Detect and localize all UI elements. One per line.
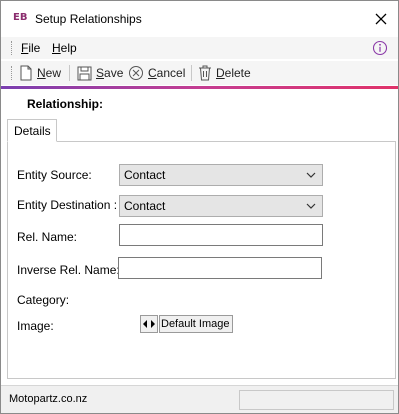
category-label: Category: [17, 293, 70, 307]
cancel-label: ancel [156, 66, 186, 80]
delete-icon [199, 65, 211, 81]
menu-file-label: ile [28, 41, 41, 55]
image-prev-button[interactable] [141, 316, 149, 332]
tab-details[interactable]: Details [7, 119, 57, 142]
section-heading: Relationship: [1, 89, 398, 119]
new-accel: N [37, 66, 46, 80]
rel-name-input[interactable] [119, 224, 323, 246]
menu-file[interactable]: File [21, 41, 40, 55]
new-document-icon [20, 65, 32, 81]
caret-left-icon [143, 320, 147, 328]
status-text: Motopartz.co.nz [9, 393, 88, 405]
chevron-down-icon [306, 203, 316, 209]
title-bar: EB Setup Relationships [1, 1, 398, 37]
info-button[interactable] [372, 40, 388, 59]
app-logo: EB [13, 12, 28, 23]
save-label: ave [104, 66, 124, 80]
status-panel [239, 390, 394, 410]
entity-source-dropdown[interactable]: Contact [119, 164, 323, 186]
entity-destination-dropdown[interactable]: Contact [119, 195, 323, 217]
entity-destination-label: Entity Destination : [17, 198, 118, 212]
save-accel: S [96, 66, 105, 80]
menu-help-label: elp [60, 41, 77, 55]
save-icon [77, 66, 92, 80]
cancel-button[interactable]: Cancel [128, 64, 185, 82]
cancel-icon [129, 66, 143, 80]
chevron-down-icon [306, 172, 316, 178]
menu-help-accel: H [52, 41, 61, 55]
delete-button[interactable]: Delete [198, 64, 251, 82]
save-button[interactable]: Save [77, 64, 123, 82]
delete-accel: D [216, 66, 225, 80]
entity-source-value: Contact [124, 168, 166, 182]
toolbar-separator [191, 65, 192, 81]
default-image-button[interactable]: Default Image [159, 315, 233, 333]
new-label: ew [45, 66, 62, 80]
entity-destination-value: Contact [124, 199, 166, 213]
toolbar-grip [11, 66, 14, 80]
close-button[interactable] [364, 1, 398, 37]
cancel-accel: C [148, 66, 157, 80]
image-label: Image: [17, 319, 54, 333]
toolbar-separator [69, 65, 70, 81]
status-bar: Motopartz.co.nz [1, 385, 398, 413]
menu-help[interactable]: Help [52, 41, 77, 55]
menu-bar: File Help [1, 37, 398, 59]
rel-name-label: Rel. Name: [17, 230, 78, 244]
inverse-rel-name-input[interactable] [118, 257, 322, 279]
image-next-button[interactable] [149, 316, 157, 332]
relationship-heading: Relationship: [27, 97, 104, 111]
setup-relationships-window: EB Setup Relationships File Help New Sav… [0, 0, 399, 414]
image-nav [140, 315, 158, 333]
caret-right-icon [151, 320, 155, 328]
entity-source-label: Entity Source: [17, 168, 92, 182]
new-button[interactable]: New [19, 64, 61, 82]
window-title: Setup Relationships [35, 12, 142, 26]
inverse-rel-name-label: Inverse Rel. Name: [17, 263, 120, 277]
close-icon [375, 13, 387, 25]
toolbar: New Save Cancel Delete [1, 61, 398, 85]
tab-strip: Details [1, 119, 398, 142]
delete-label: elete [224, 66, 251, 80]
menu-grip [11, 41, 14, 55]
info-icon [372, 40, 388, 56]
